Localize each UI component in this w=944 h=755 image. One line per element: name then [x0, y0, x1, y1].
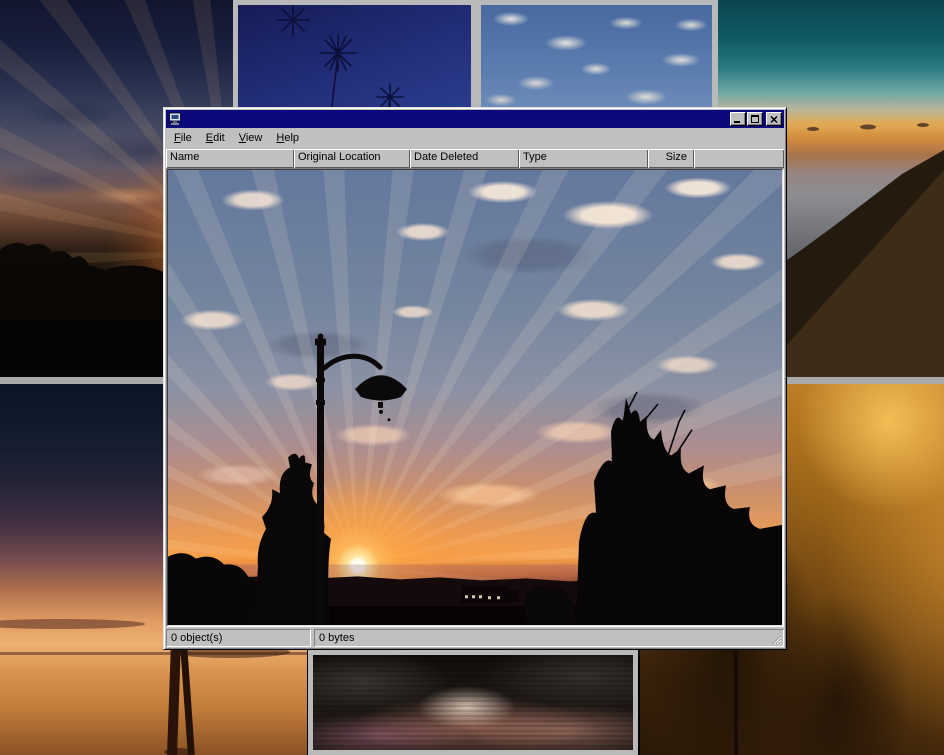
recycle-bin-window: File Edit View Help Name Original Locati… [163, 107, 787, 650]
maximize-button[interactable] [747, 112, 763, 126]
background-photo-flower-silhouette [233, 0, 476, 115]
minimize-icon [734, 121, 740, 123]
window-background-photo [167, 169, 783, 626]
minimize-button[interactable] [730, 112, 746, 126]
column-header-date-deleted[interactable]: Date Deleted [410, 149, 519, 168]
close-icon [770, 116, 778, 123]
resize-grip[interactable] [770, 633, 782, 645]
system-menu-computer-icon[interactable] [168, 112, 182, 126]
desktop: { "desktop": { "tiles": [ {"name": "suns… [0, 0, 944, 755]
status-object-count: 0 object(s) [166, 629, 311, 647]
column-header-type[interactable]: Type [519, 149, 648, 168]
column-header-blank[interactable] [694, 149, 784, 168]
column-header-original-location[interactable]: Original Location [294, 149, 410, 168]
maximize-icon [751, 115, 759, 123]
status-bar: 0 object(s) 0 bytes [166, 629, 784, 647]
dried-flower-silhouette [238, 5, 471, 110]
menu-view[interactable]: View [232, 129, 270, 148]
background-photo-water-reflection [308, 650, 638, 755]
close-button[interactable] [766, 112, 782, 126]
menu-help[interactable]: Help [269, 129, 306, 148]
background-photo-cloud-sky [476, 0, 717, 115]
status-size: 0 bytes [314, 629, 784, 647]
list-view-area[interactable] [166, 168, 784, 627]
column-header-size[interactable]: Size [648, 149, 694, 168]
sunset-photo-silhouettes [168, 170, 782, 625]
menu-file[interactable]: File [167, 129, 199, 148]
column-header-name[interactable]: Name [166, 149, 294, 168]
title-bar[interactable] [166, 110, 784, 128]
menu-bar: File Edit View Help [166, 128, 784, 149]
list-column-headers: Name Original Location Date Deleted Type… [166, 149, 784, 168]
menu-edit[interactable]: Edit [199, 129, 232, 148]
status-size-text: 0 bytes [319, 632, 354, 644]
